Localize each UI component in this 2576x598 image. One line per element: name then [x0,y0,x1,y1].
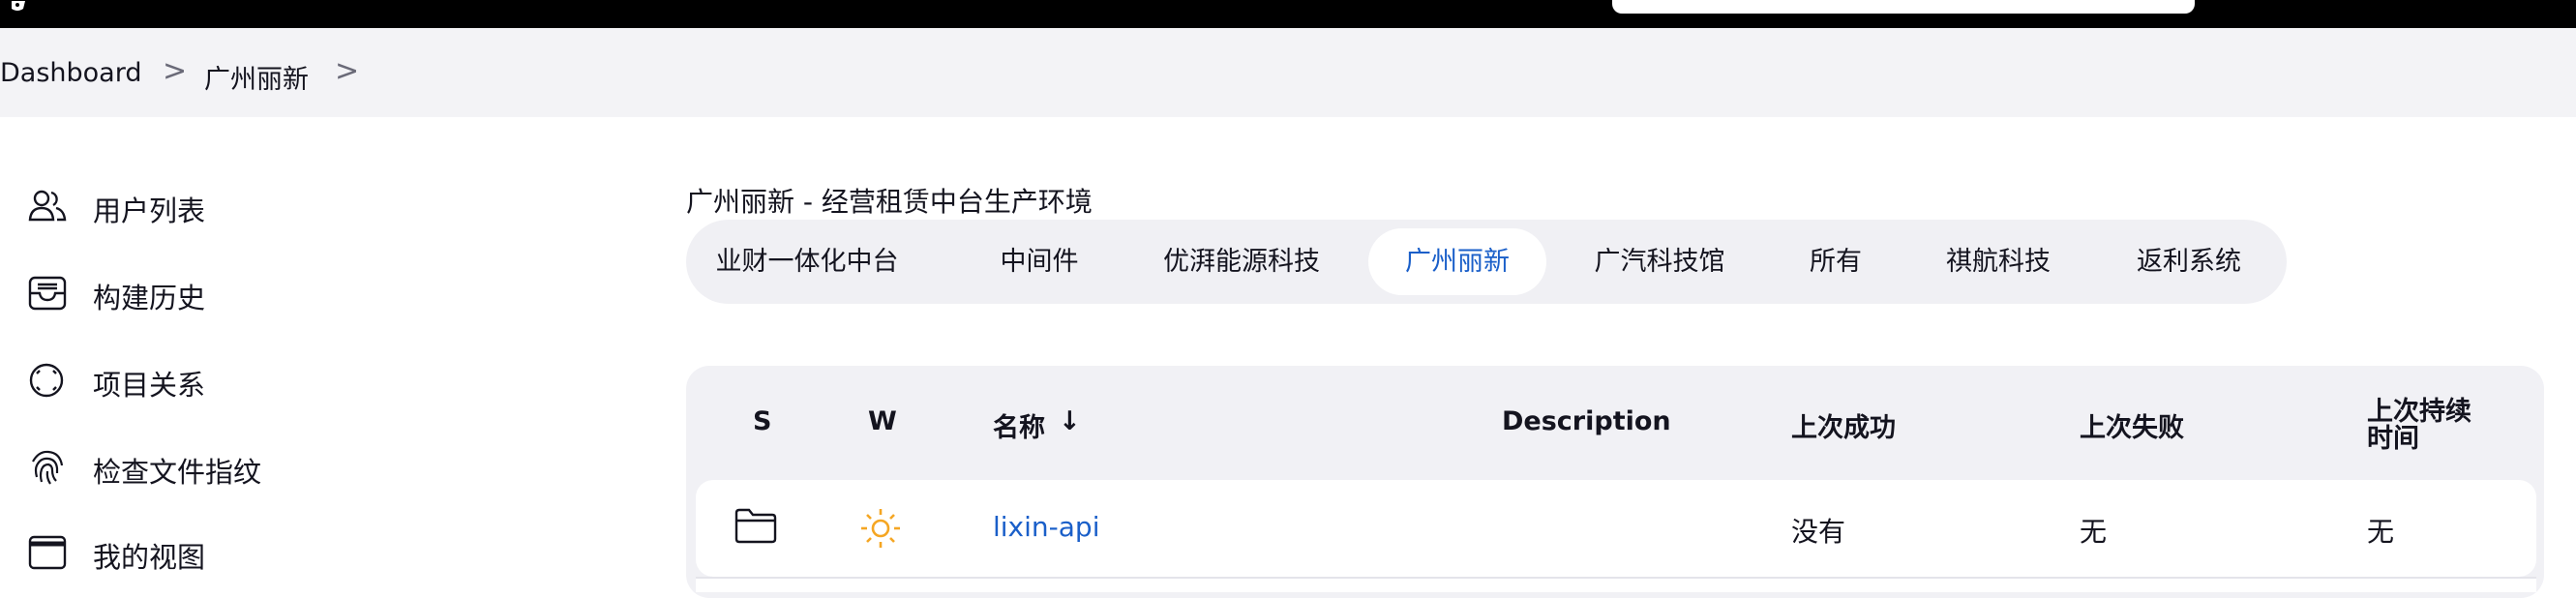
tab-middleware[interactable]: 中间件 [972,228,1107,295]
column-header-last-success[interactable]: 上次成功 [1791,406,1896,444]
fingerprint-icon [27,448,68,487]
relationship-icon [27,361,68,400]
sidebar-item-label: 用户列表 [93,194,206,227]
breadcrumb-separator[interactable]: > [335,54,359,88]
column-header-description[interactable]: Description [1502,406,1671,436]
sidebar-item-users[interactable]: 用户列表 [27,181,434,227]
sidebar-item-label: 我的视图 [93,541,206,574]
job-last-duration: 无 [2367,516,2395,548]
inbox-icon [27,274,68,313]
job-last-failure: 无 [2080,516,2108,548]
tab-qihang-tech[interactable]: 祺航科技 [1928,228,2069,295]
sidebar-item-fingerprint[interactable]: 检查文件指纹 [27,442,434,489]
tab-gac-tech-museum[interactable]: 广汽科技馆 [1575,228,1744,295]
tab-rebate-system[interactable]: 返利系统 [2108,228,2270,295]
column-header-status[interactable]: S [753,406,771,436]
people-icon [27,187,68,225]
window-icon [27,533,68,572]
tab-finance-platform[interactable]: 业财一体化中台 [710,228,904,295]
breadcrumb-item-dashboard[interactable]: Dashboard [0,58,141,88]
view-description: 广州丽新 - 经营租赁中台生产环境 [686,186,1093,218]
column-header-weather[interactable]: W [868,406,897,436]
tab-all[interactable]: 所有 [1781,228,1891,295]
sidebar-item-label: 项目关系 [93,369,206,402]
search-input[interactable] [1612,0,2195,14]
top-header [0,0,2576,28]
sun-icon [859,507,902,553]
sidebar-item-label: 检查文件指纹 [93,456,262,489]
column-header-last-failure[interactable]: 上次失败 [2080,406,2184,444]
tab-guangzhou-lixin[interactable]: 广州丽新 [1368,228,1546,295]
folder-icon [734,507,778,548]
tab-energy-tech[interactable]: 优湃能源科技 [1145,228,1338,295]
breadcrumb [0,28,2576,117]
table-row [696,480,2536,577]
sidebar-item-project-relationship[interactable]: 项目关系 [27,355,434,402]
sort-arrow-icon[interactable]: ↓ [1059,406,1081,436]
sidebar-item-my-views[interactable]: 我的视图 [27,527,434,574]
jenkins-logo-icon[interactable] [4,0,43,14]
job-name-link[interactable]: lixin-api [993,511,1099,543]
column-header-last-duration[interactable]: 上次持续时间 [2367,399,2493,453]
breadcrumb-separator: > [163,54,188,88]
breadcrumb-item-view[interactable]: 广州丽新 [204,58,309,96]
job-last-success: 没有 [1791,516,1846,548]
sidebar-item-build-history[interactable]: 构建历史 [27,268,434,314]
column-header-name[interactable]: 名称 [993,406,1045,444]
sidebar-item-label: 构建历史 [93,282,206,314]
